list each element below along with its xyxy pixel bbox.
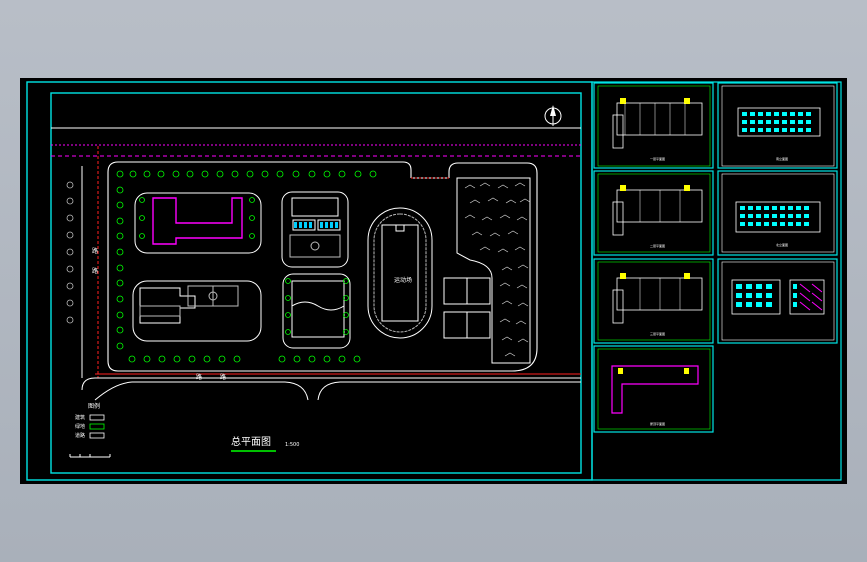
scale-bar: [69, 454, 111, 458]
block-garden-trees: [285, 278, 349, 335]
thumb-elev-south-caption: 南立面图: [776, 156, 788, 161]
thumb-elev-north: 北立面图: [717, 170, 838, 256]
west-trees: [66, 181, 74, 324]
west-road: [81, 146, 99, 378]
thumb-elev-north-caption: 北立面图: [776, 242, 788, 247]
block-sports-seats: [294, 222, 338, 228]
thumb-floor-3-caption: 三层平面图: [650, 331, 665, 336]
west-road-label: 路: [92, 247, 98, 255]
thumb-roof: 屋顶平面图: [593, 345, 714, 433]
south-road-label: 路: [196, 373, 202, 381]
thumb-floor-3: 三层平面图: [593, 258, 714, 344]
plan-title: 总平面图: [231, 435, 271, 448]
thumb-elev-side: [717, 258, 838, 344]
block-teaching-trees: [139, 197, 255, 239]
south-road-label-2: 路: [220, 373, 226, 381]
legend-item-2: 道路: [75, 432, 85, 439]
north-arrow-icon: [544, 105, 562, 126]
block-court: [132, 280, 262, 342]
east-grove: [456, 177, 531, 364]
block-sports: [281, 191, 349, 268]
running-track: [367, 207, 433, 339]
thumb-roof-caption: 屋顶平面图: [650, 421, 665, 426]
site-plan-panel: 路 路 路 路 运动场 图例 建筑 绿地 道路 总平面图 1:500: [26, 81, 593, 481]
north-road: [51, 127, 581, 157]
grove-shrubs: [464, 182, 531, 357]
legend: 图例 建筑 绿地 道路: [75, 402, 105, 439]
thumb-floor-2: 二层平面图: [593, 170, 714, 256]
thumbnails-panel: 一层平面图 南立面图 二层平面图 北立面图 三层平面图 屋顶平面图: [591, 81, 842, 481]
drawing-sheet: 路 路 路 路 运动场 图例 建筑 绿地 道路 总平面图 1:500 一层平面图…: [20, 78, 847, 484]
thumb-elev-south: 南立面图: [717, 82, 838, 169]
block-garden: [282, 273, 351, 349]
track-label: 运动场: [394, 276, 412, 284]
legend-item-0: 建筑: [75, 414, 85, 421]
block-teaching: [134, 192, 262, 254]
south-road: [81, 373, 581, 401]
west-road-label-2: 路: [92, 267, 98, 275]
plan-scale: 1:500: [285, 442, 299, 448]
legend-heading: 图例: [88, 402, 100, 410]
legend-item-1: 绿地: [75, 423, 85, 430]
thumb-floor-1-caption: 一层平面图: [650, 156, 665, 161]
thumb-floor-1: 一层平面图: [593, 82, 714, 169]
tennis-courts: [443, 277, 491, 339]
thumb-floor-2-caption: 二层平面图: [650, 243, 665, 248]
